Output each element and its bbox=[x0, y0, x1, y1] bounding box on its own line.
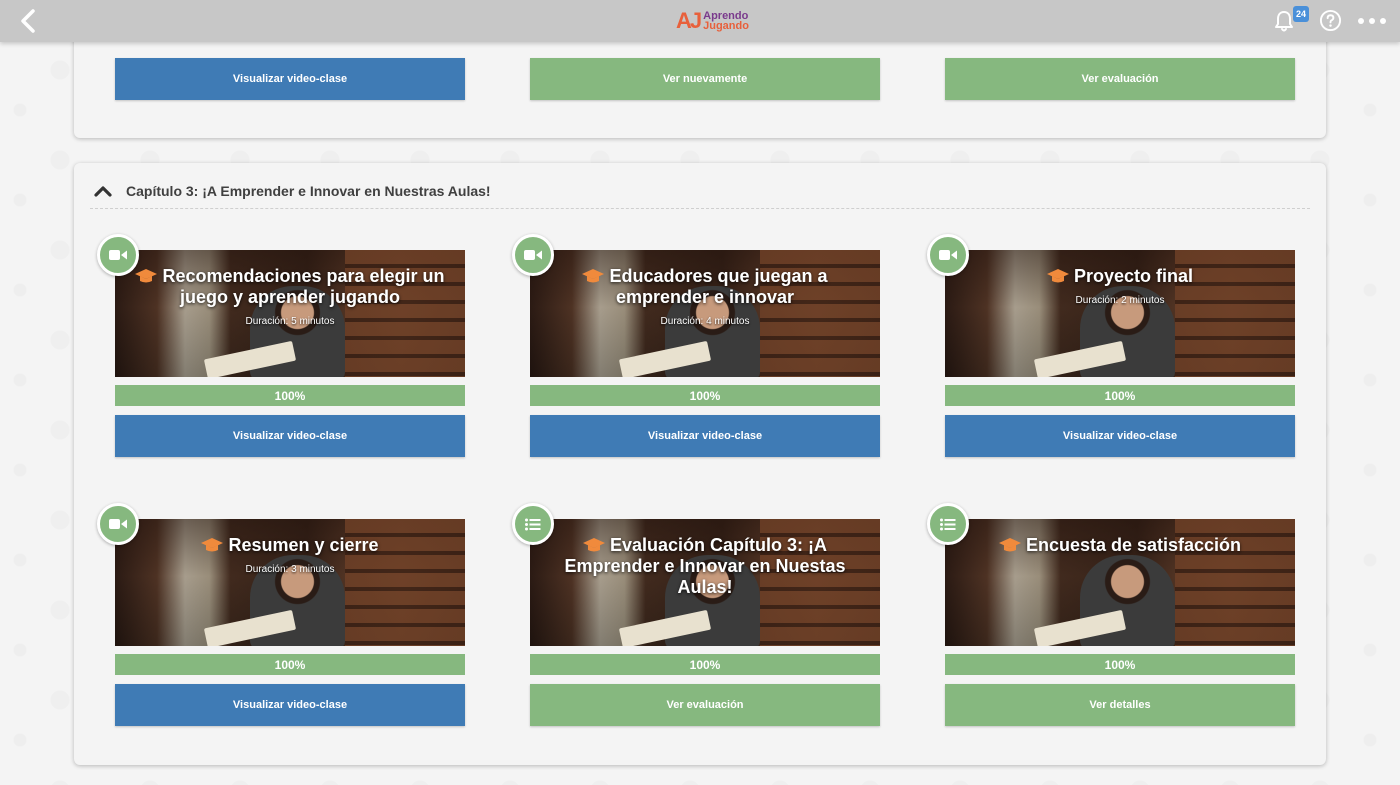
lesson-title: Educadores que juegan a emprender e inno… bbox=[609, 266, 828, 307]
video-icon bbox=[927, 234, 969, 276]
lesson-duration: Duración: 5 minutos bbox=[245, 316, 335, 327]
graduation-cap-icon bbox=[582, 269, 605, 283]
lesson-title: Proyecto final bbox=[1073, 266, 1194, 286]
lesson-duration: Duración: 3 minutos bbox=[245, 564, 335, 575]
watch-video-button[interactable]: Visualizar video-clase bbox=[945, 415, 1295, 457]
lesson-title: Encuesta de satisfacción bbox=[1025, 535, 1242, 555]
watch-again-button[interactable]: Ver nuevamente bbox=[530, 58, 880, 100]
lesson-title: Resumen y cierre bbox=[228, 535, 379, 555]
watch-video-button[interactable]: Visualizar video-clase bbox=[530, 415, 880, 457]
view-evaluation-button[interactable]: Ver evaluación bbox=[945, 58, 1295, 100]
lesson-duration: Duración: 2 minutos bbox=[1075, 295, 1165, 306]
watch-video-button[interactable]: Visualizar video-clase bbox=[115, 415, 465, 457]
lesson-thumbnail[interactable]: Recomendaciones para elegir un juego y a… bbox=[115, 250, 465, 377]
lesson-thumbnail[interactable]: Educadores que juegan a emprender e inno… bbox=[530, 250, 880, 377]
progress-bar: 100% bbox=[530, 385, 880, 406]
lesson-thumbnail[interactable]: Resumen y cierre Duración: 3 minutos bbox=[115, 519, 465, 646]
list-icon bbox=[927, 503, 969, 545]
view-evaluation-button[interactable]: Ver evaluación bbox=[530, 684, 880, 726]
video-icon bbox=[97, 503, 139, 545]
help-icon[interactable] bbox=[1319, 9, 1342, 32]
progress-bar: 100% bbox=[530, 654, 880, 675]
more-dots-icon[interactable] bbox=[1358, 12, 1386, 30]
chevron-up-icon[interactable] bbox=[94, 185, 112, 197]
chapter-title: Capítulo 3: ¡A Emprender e Innovar en Nu… bbox=[126, 182, 491, 199]
video-icon bbox=[512, 234, 554, 276]
lesson-duration: Duración: 4 minutos bbox=[660, 316, 750, 327]
app-logo[interactable]: AJ Aprendo Jugando bbox=[676, 7, 766, 35]
lesson-title: Recomendaciones para elegir un juego y a… bbox=[162, 266, 445, 307]
progress-bar: 100% bbox=[945, 654, 1295, 675]
notification-count-badge[interactable]: 24 bbox=[1293, 6, 1309, 22]
lesson-thumbnail[interactable]: Evaluación Capítulo 3: ¡A Emprender e In… bbox=[530, 519, 880, 646]
watch-video-button[interactable]: Visualizar video-clase bbox=[115, 58, 465, 100]
graduation-cap-icon bbox=[1046, 269, 1069, 283]
graduation-cap-icon bbox=[201, 538, 224, 552]
back-chevron-icon bbox=[21, 9, 35, 33]
graduation-cap-icon bbox=[582, 538, 605, 552]
watch-video-button[interactable]: Visualizar video-clase bbox=[115, 684, 465, 726]
graduation-cap-icon bbox=[135, 269, 158, 283]
video-icon bbox=[97, 234, 139, 276]
chapter-panel: Capítulo 3: ¡A Emprender e Innovar en Nu… bbox=[74, 163, 1326, 765]
lesson-thumbnail[interactable]: Proyecto final Duración: 2 minutos bbox=[945, 250, 1295, 377]
progress-bar: 100% bbox=[945, 385, 1295, 406]
logo-line-2: Jugando bbox=[703, 20, 749, 32]
chapter-header[interactable]: Capítulo 3: ¡A Emprender e Innovar en Nu… bbox=[90, 173, 1310, 209]
top-bar: AJ Aprendo Jugando 24 bbox=[0, 0, 1400, 42]
list-icon bbox=[512, 503, 554, 545]
back-button[interactable] bbox=[14, 8, 42, 34]
progress-bar: 100% bbox=[115, 385, 465, 406]
progress-bar: 100% bbox=[115, 654, 465, 675]
view-details-button[interactable]: Ver detalles bbox=[945, 684, 1295, 726]
lesson-thumbnail[interactable]: Encuesta de satisfacción bbox=[945, 519, 1295, 646]
graduation-cap-icon bbox=[998, 538, 1021, 552]
lesson-title: Evaluación Capítulo 3: ¡A Emprender e In… bbox=[564, 535, 846, 597]
logo-mark: AJ bbox=[676, 8, 702, 33]
